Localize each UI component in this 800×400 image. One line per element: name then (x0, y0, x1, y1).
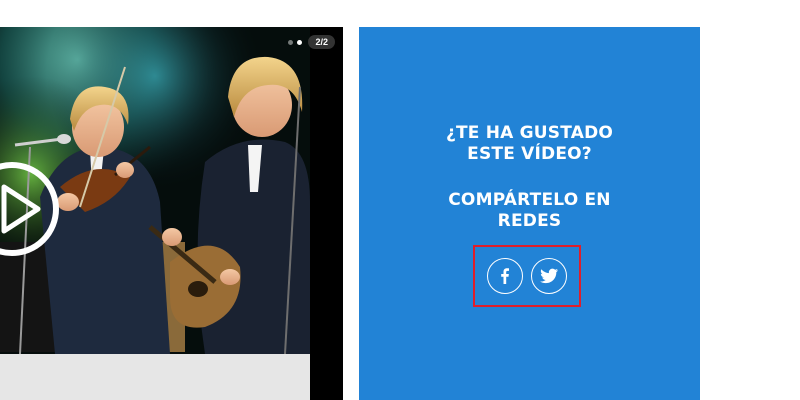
facebook-share-button[interactable] (487, 258, 523, 294)
video-caption-strip (0, 354, 310, 400)
share-question-line-1: ¿TE HA GUSTADO (445, 123, 614, 143)
share-cta-line-1: COMPÁRTELO EN (448, 190, 611, 210)
play-icon (0, 162, 59, 256)
slide-dot[interactable] (288, 39, 294, 45)
slide-dots (288, 39, 303, 45)
share-cta-line-2: REDES (497, 211, 562, 231)
slide-counter: 2/2 (288, 35, 335, 49)
slide-counter-badge: 2/2 (308, 35, 335, 49)
share-cta-heading: COMPÁRTELO EN REDES (359, 190, 700, 232)
play-button[interactable] (0, 159, 62, 259)
video-card: 2/2 (0, 27, 343, 400)
share-panel: ¿TE HA GUSTADO ESTE VÍDEO? COMPÁRTELO EN… (359, 27, 700, 400)
share-question-heading: ¿TE HA GUSTADO ESTE VÍDEO? (359, 123, 700, 165)
facebook-icon (501, 268, 509, 284)
twitter-icon (540, 268, 558, 284)
share-question-line-2: ESTE VÍDEO? (467, 144, 592, 164)
slide-dot-active[interactable] (297, 39, 303, 45)
share-buttons-group (473, 245, 581, 307)
twitter-share-button[interactable] (531, 258, 567, 294)
page: 2/2 ¿TE HA GUSTADO ESTE VÍDEO? COMPÁRTEL… (0, 0, 800, 400)
